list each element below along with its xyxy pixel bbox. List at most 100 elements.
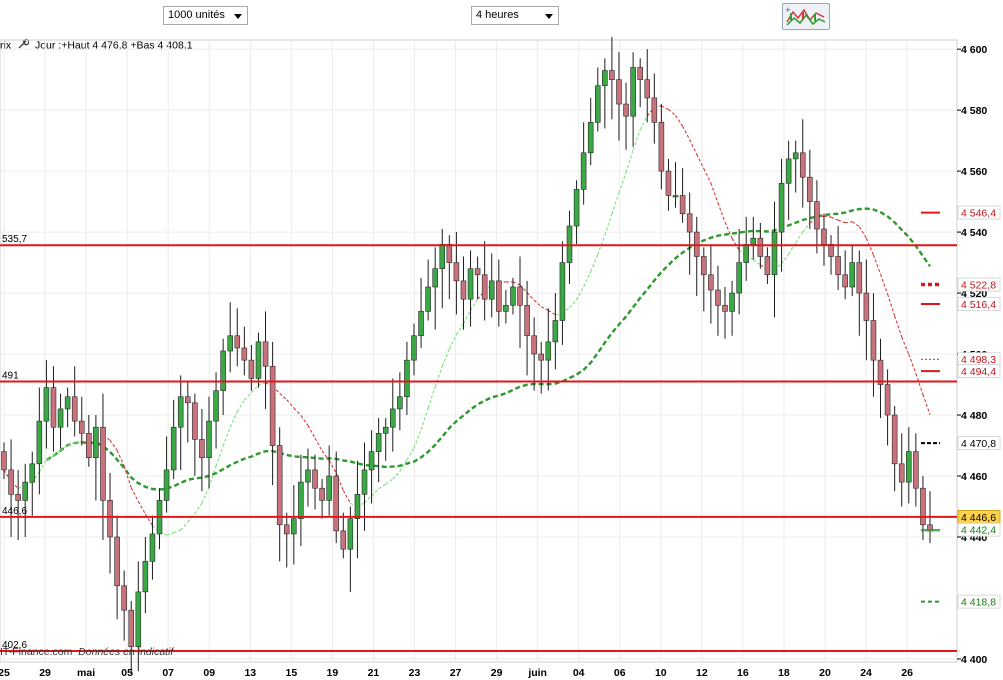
ma-fast-segment <box>548 309 556 316</box>
ma-fast-segment <box>229 411 238 428</box>
ma-fast-segment <box>314 437 323 452</box>
candle-down <box>679 195 686 215</box>
y-tick-label: 4 600 <box>961 44 987 56</box>
ma-fast-segment <box>845 221 853 224</box>
price-marker-label: 4 442,4 <box>961 525 996 537</box>
indicator-chart-icon-graphic: + <box>785 6 826 26</box>
candle-up <box>390 408 396 428</box>
candle-up <box>43 387 50 422</box>
ma-fast-segment <box>682 125 691 140</box>
ma-fast-segment <box>109 439 118 451</box>
candle-down <box>538 353 544 361</box>
level-label: 535,7 <box>2 234 27 245</box>
candle-up <box>439 243 446 269</box>
ma-fast-segment <box>880 274 889 295</box>
x-tick-label: mai <box>77 667 95 679</box>
y-tick-label: 4 460 <box>961 471 987 483</box>
ma-fast-segment <box>180 521 189 531</box>
candle-up <box>170 426 177 471</box>
ma-fast-segment <box>342 490 351 504</box>
chevron-down-icon <box>234 14 242 19</box>
candle-down <box>234 335 241 349</box>
watermark-note: Données en indicatif <box>78 646 174 658</box>
candle-down <box>644 79 651 99</box>
candle-up <box>750 237 757 245</box>
candle-up <box>382 426 389 434</box>
ma-fast-segment <box>420 407 429 430</box>
candle-up <box>93 426 99 459</box>
x-tick-label: 19 <box>327 667 339 679</box>
price-marker-label: 4 522,8 <box>961 280 996 292</box>
candle-up <box>368 451 375 471</box>
candle-down <box>658 122 665 172</box>
candle-up <box>411 335 417 361</box>
candle-down <box>312 469 318 489</box>
ma-fast-segment <box>512 281 521 286</box>
period-select[interactable]: 4 heures <box>471 6 559 25</box>
candle-up <box>375 433 382 452</box>
price-markers: 4 546,44 522,84 516,44 498,34 494,44 470… <box>921 205 1001 609</box>
x-tick-label: 04 <box>573 667 585 679</box>
candle-up <box>291 518 297 535</box>
indicator-chart-icon[interactable]: + <box>782 3 830 30</box>
candle-down <box>807 176 813 202</box>
candle-down <box>319 487 325 501</box>
candle-up <box>22 481 28 501</box>
price-marker-label: 4 446,6 <box>961 512 996 524</box>
ma-fast-segment <box>802 222 811 233</box>
volume-select[interactable]: 1000 unités <box>163 6 248 25</box>
ma-fast-segment <box>462 310 472 324</box>
watermark-source: IT-Finance.com <box>0 646 73 658</box>
ma-fast-segment <box>137 501 146 515</box>
candle-up <box>672 195 679 198</box>
candle-up <box>552 320 559 343</box>
x-tick-label: 25 <box>0 667 10 679</box>
candle-down <box>283 524 290 535</box>
x-tick-label: 16 <box>737 667 749 679</box>
ma-fast-segment <box>279 393 288 401</box>
candle-up <box>29 463 36 483</box>
ma-fast-segment <box>922 394 931 415</box>
candle-down <box>517 286 523 306</box>
candle-down <box>722 304 728 312</box>
candle-down <box>8 469 14 495</box>
candle-up <box>630 67 636 117</box>
price-chart[interactable]: 535,7491446,6402,6 4 6004 5804 5604 5404… <box>0 35 1003 680</box>
candle-down <box>114 536 120 587</box>
candle-down <box>814 201 820 230</box>
candle-down <box>891 414 898 465</box>
ma-fast-segment <box>166 532 174 536</box>
ma-fast-segment <box>60 444 68 452</box>
y-tick-label: 4 540 <box>961 227 987 239</box>
candle-up <box>771 231 778 276</box>
level-label: 446,6 <box>2 506 27 517</box>
price-marker-label: 4 546,4 <box>961 208 996 220</box>
ma-fast-segment <box>752 259 761 266</box>
ma-fast-segment <box>258 382 266 386</box>
candle-up <box>488 280 495 300</box>
ma-fast-segment <box>300 415 309 426</box>
candle-up <box>397 396 403 410</box>
x-tick-label: 13 <box>244 667 256 679</box>
ma-fast-segment <box>901 336 910 355</box>
x-tick-label: 21 <box>368 667 380 679</box>
candle-down <box>531 335 537 355</box>
period-select-value: 4 heures <box>476 9 519 21</box>
candle-down <box>637 67 643 80</box>
candle-up <box>361 469 368 495</box>
candle-up <box>467 268 474 300</box>
ma-fast-segment <box>173 529 181 534</box>
candle-up <box>220 350 226 391</box>
price-marker-label: 4 418,8 <box>961 597 996 609</box>
ma-fast-segment <box>661 105 669 110</box>
x-tick-label: 18 <box>778 667 790 679</box>
candle-down <box>107 500 113 538</box>
candle-down <box>453 262 460 282</box>
ma-fast-segment <box>307 425 316 439</box>
candle-down <box>651 97 658 123</box>
x-tick-label: 06 <box>614 667 626 679</box>
ma-fast-segment <box>215 445 224 467</box>
ma-fast-segment <box>837 219 846 224</box>
y-tick-label: 4 580 <box>961 105 987 117</box>
candle-up <box>602 70 608 87</box>
